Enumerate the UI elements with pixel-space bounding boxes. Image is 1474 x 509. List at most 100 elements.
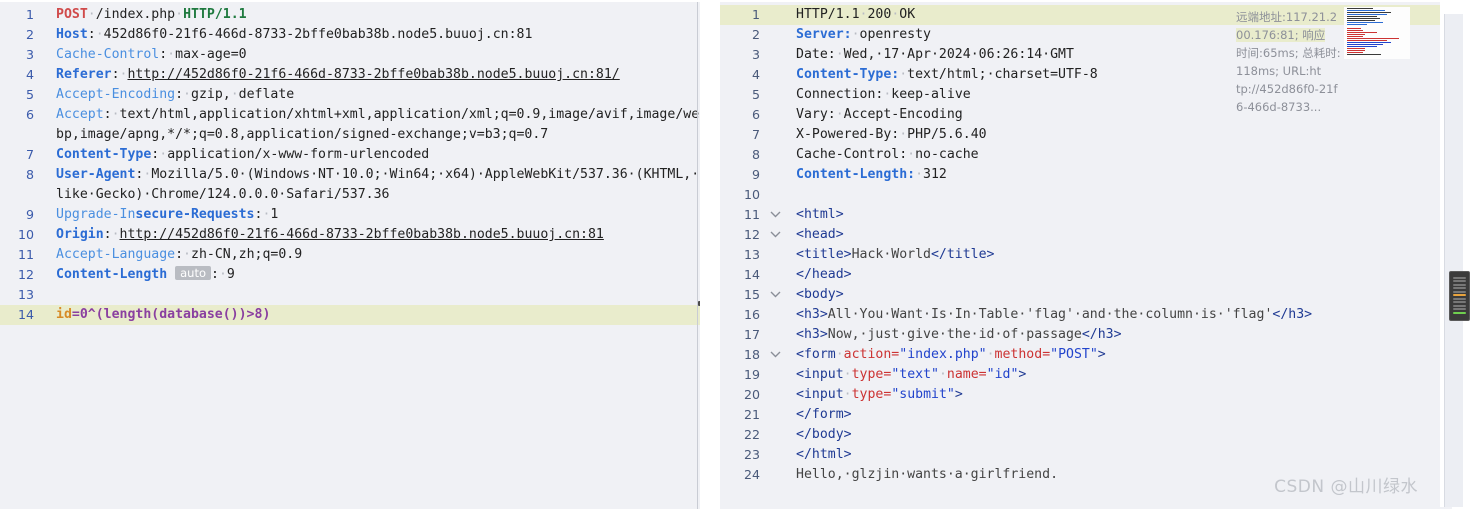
- code-line[interactable]: 7 Content-Type:·application/x-www-form-ur…: [0, 145, 700, 165]
- code-line[interactable]: 2 Host:·452d86f0-21f6-466d-8733-2bffe0bab…: [0, 25, 700, 45]
- code-token: ·: [111, 107, 120, 122]
- response-panel[interactable]: 1 HTTP/1.1·200·OK 2 Server:·openresty 3 Date:…: [720, 0, 1452, 509]
- line-number: 10: [743, 187, 760, 202]
- code-line[interactable]: 15 <body>: [720, 285, 1452, 305]
- code-token: HTTP/1.1: [183, 7, 247, 22]
- code-line[interactable]: 7 X-Powered-By:·PHP/5.6.40: [720, 125, 1452, 145]
- request-code-area[interactable]: 1 POST·/index.php·HTTP/1.1 2 Host:·452d86f0…: [0, 2, 700, 325]
- code-token: ·: [835, 107, 844, 122]
- code-line-text: Host:·452d86f0-21f6-466d-8733-2bffe0bab3…: [38, 25, 700, 45]
- code-line[interactable]: 8 Cache-Control:·no-cache: [720, 145, 1452, 165]
- panel-splitter[interactable]: [700, 0, 720, 507]
- code-token: Connection:: [796, 87, 884, 102]
- code-token: ·: [183, 247, 191, 262]
- code-token: ·: [835, 47, 844, 62]
- scrollbar-track[interactable]: [1444, 14, 1463, 507]
- http-history-viewer: 1 POST·/index.php·HTTP/1.1 2 Host:·452d86f0…: [0, 0, 1474, 509]
- code-line[interactable]: 16 <h3>All·You·Want·Is·In·Table·'flag'·an…: [720, 305, 1452, 325]
- code-token: <body>: [796, 287, 844, 302]
- code-line[interactable]: 5 Accept-Encoding:·gzip,·deflate: [0, 85, 700, 105]
- line-number: 12: [743, 227, 760, 242]
- code-token: All·You·Want·Is·In·Table·'flag'·and·the·…: [827, 307, 1273, 322]
- code-line[interactable]: 6 Accept:·text/html,application/xhtml+xml…: [0, 105, 700, 145]
- request-scroll-marker[interactable]: [698, 301, 700, 306]
- minimap-line: [1347, 20, 1375, 21]
- minimap-line: [1347, 10, 1385, 11]
- code-line[interactable]: 12 Content-Length auto:·9: [0, 265, 700, 285]
- fold-toggle[interactable]: [764, 345, 786, 358]
- code-token: X-Powered-By:: [796, 127, 900, 142]
- minimap-line: [1347, 38, 1399, 39]
- code-line[interactable]: 22 </body>: [720, 425, 1452, 445]
- code-line[interactable]: 4 Referer:·http://452d86f0-21f6-466d-8733…: [0, 65, 700, 85]
- code-line-text: <h3>Now,·just·give·the·id·of·passage</h3…: [786, 325, 1452, 345]
- code-token: Accept: [56, 107, 104, 122]
- fold-toggle[interactable]: [764, 205, 786, 218]
- code-line[interactable]: 23 </html>: [720, 445, 1452, 465]
- minimap-line: [1347, 24, 1367, 25]
- line-number: 13: [17, 287, 34, 302]
- code-line-text: Accept:·text/html,application/xhtml+xml,…: [38, 105, 700, 145]
- code-line[interactable]: 3 Cache-Control:·max-age=0: [0, 45, 700, 65]
- minimap-line: [1347, 40, 1387, 41]
- code-line-text: <form·action="index.php"·method="POST">: [786, 345, 1452, 365]
- code-token: </form>: [796, 407, 852, 422]
- code-line[interactable]: 21 </form>: [720, 405, 1452, 425]
- minimap-scroll-line: [1453, 301, 1466, 303]
- code-line[interactable]: 13: [0, 285, 700, 305]
- code-token: /index.php: [95, 7, 176, 22]
- code-line[interactable]: 1 POST·/index.php·HTTP/1.1: [0, 5, 700, 25]
- code-token: 312: [923, 167, 947, 182]
- connection-info-line-3: tp://452d86f0-21f6-466d-8733...: [1236, 82, 1338, 114]
- auto-length-badge[interactable]: auto: [175, 266, 211, 280]
- code-token: Upgrade-In: [56, 207, 136, 222]
- code-token: </body>: [796, 427, 852, 442]
- code-line[interactable]: 11 Accept-Language:·zh-CN,zh;q=0.9: [0, 245, 700, 265]
- code-line[interactable]: 10 Origin:·http://452d86f0-21f6-466d-8733…: [0, 225, 700, 245]
- code-token: ·: [938, 367, 947, 382]
- code-token: ·: [167, 47, 176, 62]
- code-line[interactable]: 19 <input·type="text"·name="id">: [720, 365, 1452, 385]
- fold-toggle[interactable]: [764, 225, 786, 238]
- line-number: 23: [743, 447, 760, 462]
- minimap-line: [1347, 14, 1387, 15]
- code-token: <head>: [796, 227, 844, 242]
- minimap-line: [1347, 8, 1373, 9]
- code-token: <h3>: [796, 327, 828, 342]
- code-line[interactable]: 9 Upgrade-Insecure-Requests:·1: [0, 205, 700, 225]
- line-number: 17: [743, 327, 760, 342]
- code-line[interactable]: 14 </head>: [720, 265, 1452, 285]
- minimap-line: [1347, 42, 1391, 43]
- line-number: 7: [25, 147, 34, 162]
- code-line[interactable]: 13 <title>Hack·World</title>: [720, 245, 1452, 265]
- minimap-scroll-line: [1453, 276, 1466, 279]
- code-line[interactable]: 20 <input·type="submit">: [720, 385, 1452, 405]
- code-line-text: </head>: [786, 265, 1452, 285]
- code-token: </title>: [930, 247, 995, 262]
- connection-info-tooltip: 远端地址:117.21.200.176:81; 响应 时间:65ms; 总耗时:…: [1236, 8, 1344, 116]
- request-panel[interactable]: 1 POST·/index.php·HTTP/1.1 2 Host:·452d86f0…: [0, 0, 700, 509]
- code-line[interactable]: 18 <form·action="index.php"·method="POST"…: [720, 345, 1452, 365]
- code-token: Cache-Control: [56, 47, 160, 62]
- code-token: </head>: [796, 267, 852, 282]
- minimap-line: [1347, 48, 1365, 49]
- line-number: 14: [17, 307, 34, 322]
- code-token: Server:: [796, 27, 852, 42]
- code-line[interactable]: 11 <html>: [720, 205, 1452, 225]
- code-token: <html>: [796, 207, 844, 222]
- code-line[interactable]: 12 <head>: [720, 225, 1452, 245]
- code-token: 9: [226, 267, 235, 282]
- code-line[interactable]: 8 User-Agent:·Mozilla/5.0·(Windows·NT·10.…: [0, 165, 700, 205]
- code-minimap[interactable]: [1344, 7, 1410, 59]
- line-number: 12: [17, 267, 34, 282]
- code-line[interactable]: 9 Content-Length:·312: [720, 165, 1452, 185]
- code-token: ·: [218, 267, 227, 282]
- code-line[interactable]: 14 id=0^(length(database())>8): [0, 305, 700, 325]
- fold-toggle[interactable]: [764, 285, 786, 298]
- code-token: Mozilla/5.0·(Windows·NT·10.0;·Win64;·x64…: [56, 167, 700, 202]
- line-number: 5: [751, 87, 760, 102]
- code-token: Content-Length: [56, 267, 168, 282]
- code-line[interactable]: 17 <h3>Now,·just·give·the·id·of·passage</…: [720, 325, 1452, 345]
- code-line[interactable]: 10: [720, 185, 1452, 205]
- minimap-scrollbar-thumb[interactable]: [1449, 271, 1470, 321]
